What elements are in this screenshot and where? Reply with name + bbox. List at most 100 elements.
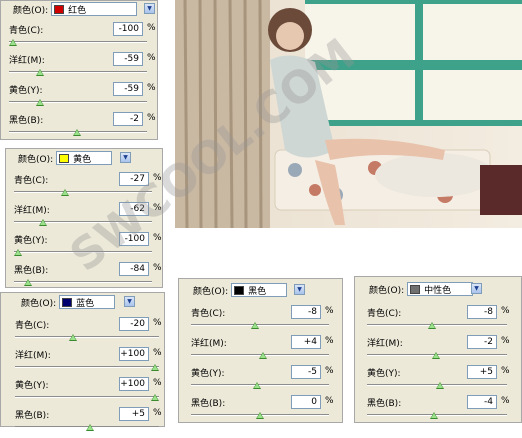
adjust-value-input[interactable]: +4 [291, 335, 321, 349]
color-select-value: 红色 [68, 5, 87, 16]
adjust-label: 黑色(B): [9, 116, 44, 126]
adjust-row: 黑色(B): -2% [9, 112, 157, 143]
adjust-label: 黄色(Y): [367, 369, 401, 379]
slider-thumb[interactable] [256, 412, 264, 419]
adjust-value-input[interactable]: -4 [467, 395, 497, 409]
slider-track[interactable] [9, 41, 147, 43]
slider-thumb[interactable] [14, 249, 22, 256]
adjust-value-input[interactable]: -59 [113, 52, 143, 66]
adjust-value-input[interactable]: -8 [291, 305, 321, 319]
slider-thumb[interactable] [253, 382, 261, 389]
adjust-value-input[interactable]: 0 [291, 395, 321, 409]
adjust-value-input[interactable]: -84 [119, 262, 149, 276]
adjust-value-input[interactable]: -59 [113, 82, 143, 96]
adjust-label: 洋红(M): [15, 351, 51, 361]
chevron-down-icon[interactable]: ▼ [294, 284, 305, 295]
color-label: 颜色(O): [369, 285, 405, 296]
percent-sign: % [147, 53, 156, 63]
color-select-value: 蓝色 [76, 298, 95, 309]
slider-thumb[interactable] [69, 334, 77, 341]
slider-thumb[interactable] [151, 394, 159, 401]
adjust-label: 黑色(B): [367, 399, 402, 409]
slider-track[interactable] [15, 396, 159, 398]
color-label: 颜色(O): [18, 154, 54, 165]
slider-track[interactable] [15, 366, 159, 368]
slider-thumb[interactable] [36, 99, 44, 106]
color-select-value: 黑色 [248, 286, 267, 297]
adjust-value-input[interactable]: +100 [119, 347, 149, 361]
slider-thumb[interactable] [61, 189, 69, 196]
adjust-row: 洋红(M): +100% [15, 347, 169, 378]
adjust-label: 黄色(Y): [191, 369, 225, 379]
slider-thumb[interactable] [251, 322, 259, 329]
adjust-row: 青色(C): -20% [15, 317, 169, 348]
adjust-row: 洋红(M): -59% [9, 52, 157, 83]
adjust-row: 黄色(Y): +100% [15, 377, 169, 408]
slider-track[interactable] [191, 324, 329, 326]
adjust-label: 黄色(Y): [15, 381, 49, 391]
slider-track[interactable] [9, 71, 147, 73]
percent-sign: % [153, 378, 162, 388]
adjust-label: 黑色(B): [14, 266, 49, 276]
color-select[interactable]: 黄色 [56, 151, 113, 165]
adjust-row: 洋红(M): +4% [191, 335, 339, 366]
adjust-label: 黄色(Y): [14, 236, 48, 246]
slider-track[interactable] [15, 336, 159, 338]
adjust-label: 青色(C): [15, 321, 50, 331]
chevron-down-icon[interactable]: ▼ [144, 3, 155, 14]
slider-thumb[interactable] [39, 219, 47, 226]
adjust-row: 黑色(B): +5% [15, 407, 169, 438]
percent-sign: % [153, 348, 162, 358]
adjust-value-input[interactable]: -5 [291, 365, 321, 379]
adjust-value-input[interactable]: -8 [467, 305, 497, 319]
percent-sign: % [147, 23, 156, 33]
adjust-label: 黑色(B): [191, 399, 226, 409]
adjust-row: 黑色(B): -4% [367, 395, 517, 426]
adjust-value-input[interactable]: -2 [467, 335, 497, 349]
adjust-label: 洋红(M): [9, 56, 45, 66]
slider-track[interactable] [367, 324, 507, 326]
color-select[interactable]: 蓝色 [59, 295, 116, 309]
slider-thumb[interactable] [430, 412, 438, 419]
slider-thumb[interactable] [151, 364, 159, 371]
adjust-row: 黄色(Y): -59% [9, 82, 157, 113]
percent-sign: % [325, 366, 334, 376]
adjust-label: 青色(C): [367, 309, 402, 319]
slider-thumb[interactable] [24, 279, 32, 286]
color-select[interactable]: 中性色 [407, 282, 474, 296]
slider-track[interactable] [14, 281, 152, 283]
slider-thumb[interactable] [428, 322, 436, 329]
adjust-value-input[interactable]: -20 [119, 317, 149, 331]
adjust-row: 黑色(B): 0% [191, 395, 339, 426]
color-select-value: 中性色 [424, 285, 452, 296]
chevron-down-icon[interactable]: ▼ [124, 296, 135, 307]
adjust-value-input[interactable]: +5 [119, 407, 149, 421]
slider-thumb[interactable] [432, 352, 440, 359]
chevron-down-icon[interactable]: ▼ [120, 152, 131, 163]
chevron-down-icon[interactable]: ▼ [471, 283, 482, 294]
percent-sign: % [153, 263, 162, 273]
adjust-label: 洋红(M): [191, 339, 227, 349]
slider-thumb[interactable] [259, 352, 267, 359]
slider-thumb[interactable] [436, 382, 444, 389]
adjust-label: 青色(C): [14, 176, 49, 186]
adjust-value-input[interactable]: -2 [113, 112, 143, 126]
percent-sign: % [147, 113, 156, 123]
slider-thumb[interactable] [86, 424, 94, 431]
color-select[interactable]: 黑色 [231, 283, 288, 297]
adjust-value-input[interactable]: +5 [467, 365, 497, 379]
slider-thumb[interactable] [73, 129, 81, 136]
adjust-value-input[interactable]: -100 [113, 22, 143, 36]
adjust-label: 黑色(B): [15, 411, 50, 421]
percent-sign: % [325, 336, 334, 346]
color-label: 颜色(O): [21, 298, 57, 309]
color-select[interactable]: 红色 [51, 2, 138, 16]
percent-sign: % [153, 318, 162, 328]
slider-track[interactable] [9, 101, 147, 103]
slider-thumb[interactable] [36, 69, 44, 76]
adjust-value-input[interactable]: +100 [119, 377, 149, 391]
slider-thumb[interactable] [9, 39, 17, 46]
color-swatch [62, 297, 73, 307]
adjust-row: 黄色(Y): +5% [367, 365, 517, 396]
selective-color-panel-blue: 颜色(O): 蓝色 ▼ 青色(C): -20% 洋红(M): +100% 黄色(Y): +… [0, 292, 165, 431]
